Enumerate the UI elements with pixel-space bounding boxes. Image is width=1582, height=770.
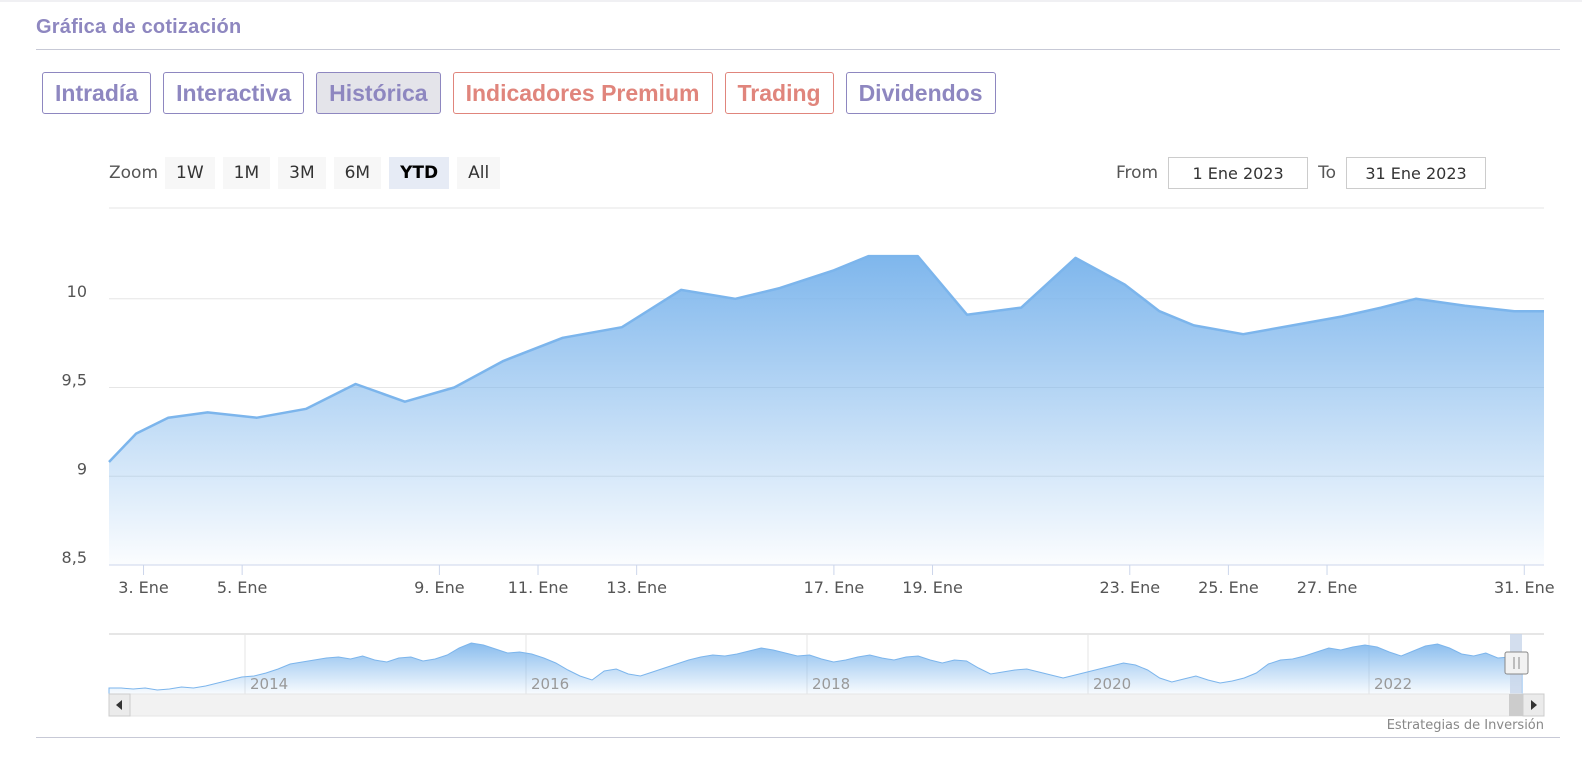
- navigator[interactable]: 2014 2016 2018 2020 2022: [108, 633, 1544, 695]
- navigator-year-label: 2016: [531, 675, 569, 693]
- y-tick-label: 9,5: [62, 371, 87, 390]
- x-tick-label: 3. Ene: [118, 578, 168, 597]
- footer-divider: [36, 737, 1560, 738]
- x-tick-label: 5. Ene: [217, 578, 267, 597]
- y-tick-label: 10: [67, 282, 87, 301]
- scrollbar-thumb[interactable]: [1509, 694, 1523, 716]
- chart-credits: Estrategias de Inversión: [1386, 718, 1544, 733]
- x-tick-label: 19. Ene: [902, 578, 963, 597]
- x-tick-label: 31. Ene: [1494, 578, 1555, 597]
- x-tick-label: 23. Ene: [1099, 578, 1160, 597]
- y-tick-label: 9: [77, 459, 87, 478]
- navigator-year-label: 2014: [250, 675, 288, 693]
- scrollbar[interactable]: [108, 693, 1545, 717]
- x-tick-label: 11. Ene: [508, 578, 569, 597]
- x-tick-label: 27. Ene: [1297, 578, 1358, 597]
- x-tick-label: 9. Ene: [414, 578, 464, 597]
- navigator-year-label: 2020: [1093, 675, 1131, 693]
- price-chart: 3. Ene 5. Ene 9. Ene 11. Ene 13. Ene 17. Ene 1…: [62, 207, 1555, 717]
- y-tick-label: 8,5: [62, 548, 87, 567]
- navigator-year-label: 2018: [812, 675, 850, 693]
- navigator-year-label: 2022: [1374, 675, 1412, 693]
- scrollbar-track[interactable]: [108, 693, 1545, 717]
- price-area-fill: [109, 256, 1544, 565]
- x-tick-label: 13. Ene: [606, 578, 667, 597]
- x-tick-label: 17. Ene: [804, 578, 865, 597]
- x-tick-label: 25. Ene: [1198, 578, 1259, 597]
- navigator-handle[interactable]: [1504, 651, 1529, 675]
